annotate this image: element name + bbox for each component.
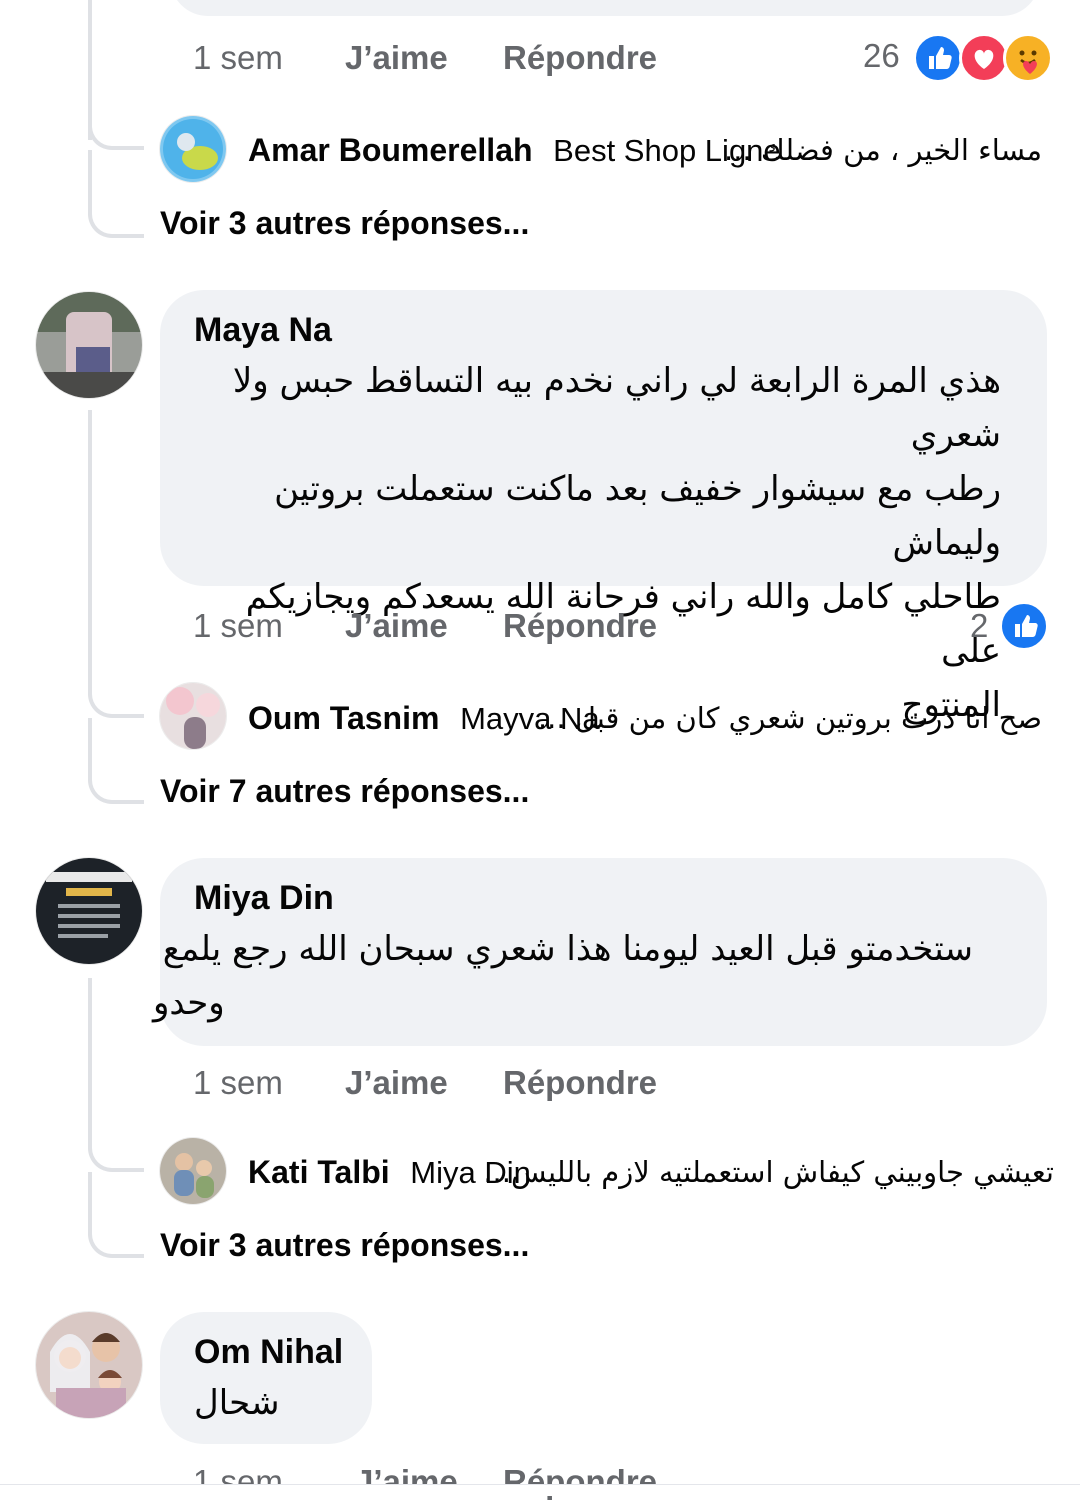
comment-text: ستخدمتو قبل العيد ليومنا هذا شعري سبحان … bbox=[153, 922, 973, 1030]
reaction-summary[interactable]: 26 bbox=[860, 30, 1053, 86]
like-button[interactable]: J’aime bbox=[345, 1063, 448, 1103]
avatar[interactable] bbox=[160, 116, 226, 182]
reply-author[interactable]: Oum Tasnim bbox=[248, 700, 439, 736]
reply-snippet[interactable]: مساء الخير ، من فضلك ... bbox=[724, 130, 1042, 170]
thread-elbow bbox=[88, 150, 144, 238]
comment-author[interactable]: Maya Na bbox=[194, 310, 332, 350]
comment-timestamp[interactable]: 1 sem bbox=[193, 38, 283, 78]
view-more-replies[interactable]: Voir 7 autres réponses... bbox=[160, 771, 529, 811]
comment-text: شحال bbox=[194, 1376, 284, 1430]
care-icon bbox=[1003, 33, 1053, 83]
reply-author[interactable]: Kati Talbi bbox=[248, 1154, 390, 1190]
avatar[interactable] bbox=[36, 858, 142, 964]
avatar[interactable] bbox=[36, 292, 142, 398]
comment-author[interactable]: Om Nihal bbox=[194, 1332, 343, 1372]
comment-line: شحال bbox=[194, 1383, 280, 1423]
comment-line: وحدو bbox=[153, 983, 225, 1023]
reply-snippet[interactable]: صح انا درت بروتين شعري كان من قبل ... bbox=[538, 698, 1042, 738]
comment-bubble-bottom-edge bbox=[170, 0, 1040, 16]
comment-text: هذي المرة الرابعة لي راني نخدم بيه التسا… bbox=[181, 354, 1001, 732]
reply-snippet[interactable]: تعيشي جاوبيني كيفاش استعملتيه لازم باللي… bbox=[483, 1152, 1054, 1192]
bottom-divider bbox=[0, 1484, 1080, 1496]
thread-elbow bbox=[88, 660, 144, 718]
reaction-count: 2 bbox=[970, 607, 989, 644]
comment-bubble[interactable]: Miya Din ستخدمتو قبل العيد ليومنا هذا شع… bbox=[153, 858, 1047, 1046]
thread-elbow bbox=[88, 100, 144, 150]
like-icon bbox=[999, 601, 1049, 651]
like-button[interactable]: J’aime bbox=[345, 38, 448, 78]
thread-elbow bbox=[88, 718, 144, 804]
thread-elbow bbox=[88, 1114, 144, 1172]
reply-button[interactable]: Répondre bbox=[503, 38, 657, 78]
comment-author[interactable]: Miya Din bbox=[194, 878, 334, 918]
avatar[interactable] bbox=[160, 1138, 226, 1204]
reaction-summary[interactable]: 2 bbox=[966, 598, 1050, 654]
thread-line bbox=[88, 978, 92, 1114]
reaction-count: 26 bbox=[863, 37, 900, 74]
like-icon bbox=[913, 33, 963, 83]
view-more-replies[interactable]: Voir 3 autres réponses... bbox=[160, 203, 529, 243]
thread-line bbox=[88, 410, 92, 660]
avatar[interactable] bbox=[36, 1312, 142, 1418]
reply-button[interactable]: Répondre bbox=[503, 606, 657, 646]
thread-elbow bbox=[88, 1172, 144, 1258]
comment-timestamp[interactable]: 1 sem bbox=[193, 1063, 283, 1103]
comment-line: ستخدمتو قبل العيد ليومنا هذا شعري سبحان … bbox=[162, 929, 973, 969]
comment-bubble[interactable]: Om Nihal شحال bbox=[160, 1312, 372, 1444]
comment-bubble[interactable]: Maya Na هذي المرة الرابعة لي راني نخدم ب… bbox=[160, 290, 1047, 725]
reply-button[interactable]: Répondre bbox=[503, 1462, 657, 1502]
avatar[interactable] bbox=[160, 683, 226, 749]
reply-author[interactable]: Amar Boumerellah bbox=[248, 132, 533, 168]
like-button[interactable]: J’aime bbox=[355, 1462, 458, 1502]
comment-timestamp[interactable]: 1 sem bbox=[193, 1462, 283, 1502]
reply-preview[interactable]: Amar Boumerellah Best Shop Ligne bbox=[248, 130, 781, 171]
view-more-replies[interactable]: Voir 3 autres réponses... bbox=[160, 1225, 529, 1265]
comment-timestamp[interactable]: 1 sem bbox=[193, 606, 283, 646]
love-icon bbox=[959, 33, 1009, 83]
reply-button[interactable]: Répondre bbox=[503, 1063, 657, 1103]
comment-line: هذي المرة الرابعة لي راني نخدم بيه التسا… bbox=[232, 361, 1001, 455]
like-button[interactable]: J’aime bbox=[345, 606, 448, 646]
comment-line: رطب مع سيشوار خفيف بعد ماكنت ستعملت بروت… bbox=[274, 469, 1001, 563]
